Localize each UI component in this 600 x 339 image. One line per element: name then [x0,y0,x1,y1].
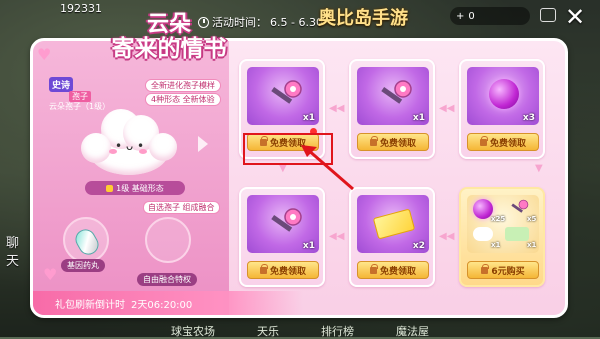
chat-side-label-1[interactable]: 聊 [6,232,19,251]
chevron-left-icon: ◀◀ [439,103,455,114]
sub-qty: x25 [491,215,506,223]
button-label: 6元购买 [491,266,525,277]
chevron-down-icon: ▼ [535,163,543,174]
chevron-left-icon: ◀◀ [329,231,345,242]
bottom-nav: 球宝农场 天乐 排行榜 魔法屋 [150,323,450,338]
level-form-bar: 1级 基础形态 [85,181,185,195]
dragon-pet-icon [473,199,493,219]
game-logo: 奥比岛手游 [318,8,408,29]
reward-card-4: x1 免费领取 [239,187,325,287]
ticket-icon [372,208,416,240]
free-claim-button[interactable]: 免费领取 [247,261,319,279]
button-label: 免费领取 [269,266,306,277]
chat-side-label-2[interactable]: 天 [6,250,19,269]
lock-icon [259,263,268,274]
event-panel: 史诗 孢子 云朵孢子（1级） 全新进化孢子模样 4种形态 全新体验 • ᴗ • … [30,13,568,318]
event-title: 云朵 寄来的情书 [79,12,259,62]
chevron-left-icon: ◀◀ [329,103,345,114]
rarity-badge: 史诗 [49,77,74,92]
pet-showcase: 史诗 孢子 云朵孢子（1级） 全新进化孢子模样 4种形态 全新体验 • ᴗ • … [33,41,229,315]
tutorial-highlight-box [243,133,333,165]
item-qty: x2 [412,241,425,251]
sub-qty: x5 [527,215,537,223]
lock-icon [479,135,488,146]
currency-display[interactable]: + 0 [450,7,530,25]
next-form-arrow-icon[interactable] [198,136,208,152]
plus-icon: + [456,10,465,22]
cloud-face: • ᴗ • [115,139,145,153]
lock-icon [481,263,490,274]
button-label: 免费领取 [489,138,526,149]
gift-card-icon [505,227,529,241]
reward-card-6: x25 x5 x1 x1 6元购买 [459,187,545,287]
free-claim-button[interactable]: 免费领取 [467,133,539,151]
item-box: x2 [357,195,429,253]
item-box: x1 [247,67,319,125]
nav-item[interactable]: 排行榜 [321,323,354,338]
feature-tag-evolution: 全新进化孢子模样 [145,79,221,92]
lock-icon [369,135,378,146]
item-box: x1 [247,195,319,253]
nav-item[interactable]: 球宝农场 [171,323,215,338]
countdown-bar: 礼包刷新倒计时 2天06:20:00 [33,291,303,315]
title-line1: 云朵 [146,12,191,37]
countdown-label: 礼包刷新倒计时 [55,299,125,311]
sub-qty: x1 [527,241,537,249]
nav-item[interactable]: 魔法屋 [396,323,429,338]
heart-deco-icon: ♥ [37,45,52,64]
free-claim-button[interactable]: 免费领取 [357,261,429,279]
item-qty: x1 [302,241,315,251]
key-icon [271,80,302,104]
currency-value: 0 [468,10,475,22]
gift-icon[interactable] [540,8,556,22]
event-time-value: 6.5 - 6.30 [270,15,323,29]
purchase-button[interactable]: 6元购买 [467,261,539,279]
item-box: x3 [467,67,539,125]
key-icon [271,208,302,232]
button-label: 免费领取 [379,138,416,149]
gene-pill-label: 基因药丸 [61,259,105,272]
heart-deco-icon: ♥ [43,265,58,284]
countdown-value: 2天06:20:00 [131,299,193,311]
item-qty: x1 [412,113,425,123]
item-box: x25 x5 x1 x1 [467,195,539,253]
pill-icon [71,225,103,259]
item-qty: x3 [522,113,535,123]
reward-card-2: x1 免费领取 [349,59,435,159]
combine-privilege-slot[interactable] [145,217,191,263]
title-line2: 寄来的情书 [111,36,227,62]
cloud-pet-image: • ᴗ • [79,105,179,177]
sub-qty: x1 [491,241,501,249]
free-claim-button[interactable]: 免费领取 [357,133,429,151]
combine-privilege-label: 自由融合特权 [137,273,197,286]
key-icon [381,80,412,104]
lock-icon [369,263,378,274]
button-label: 免费领取 [379,266,416,277]
close-button[interactable]: ✕ [564,5,586,29]
gene-pill-slot[interactable] [63,217,109,263]
item-qty: x1 [302,113,315,123]
reward-card-3: x3 免费领取 [459,59,545,159]
item-box: x1 [357,67,429,125]
nav-item[interactable]: 天乐 [257,323,279,338]
cloud-pet-icon [473,227,493,241]
magic-orb-icon [489,79,519,109]
combine-label: 自选孢子 组成融合 [143,201,220,214]
lock-icon [106,184,114,192]
reward-card-5: x2 免费领取 [349,187,435,287]
level-form-label: 1级 基础形态 [116,183,164,193]
chevron-left-icon: ◀◀ [439,231,455,242]
